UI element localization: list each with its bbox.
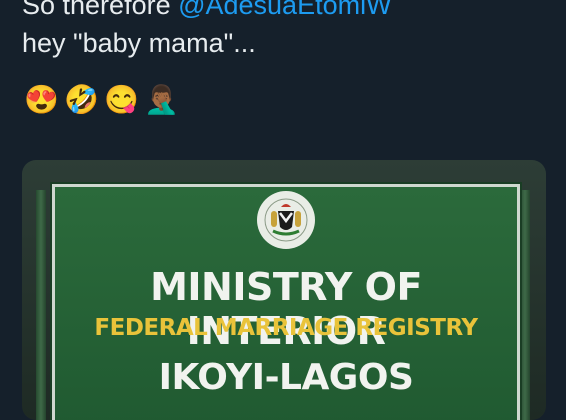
ministry-sign: MINISTRY OF INTERIOR FEDERAL MARRIAGE RE… [52, 184, 520, 420]
sign-subtitle: FEDERAL MARRIAGE REGISTRY [94, 315, 478, 341]
facepalm-emoji: 🤦🏾‍♂️ [144, 84, 179, 115]
emoji-row: 😍 🤣 😋 🤦🏾‍♂️ [24, 80, 179, 120]
rolling-laughing-emoji: 🤣 [64, 84, 99, 115]
tweet-media-image[interactable]: MINISTRY OF INTERIOR FEDERAL MARRIAGE RE… [22, 160, 546, 420]
heart-eyes-emoji: 😍 [24, 84, 59, 115]
mention-link[interactable]: @AdesuaEtomiW [178, 0, 391, 20]
tweet-line-1: So therefore @AdesuaEtomiW [22, 0, 552, 24]
sign-location: IKOYI-LAGOS [158, 357, 414, 398]
sign-post-left [36, 190, 46, 420]
tweet-line-2: hey "baby mama"... [22, 28, 256, 58]
yum-emoji: 😋 [104, 84, 139, 115]
tweet-text: So therefore @AdesuaEtomiW hey "baby mam… [22, 0, 552, 62]
coat-of-arms-icon [257, 191, 315, 249]
tweet-text-prefix: So therefore [22, 0, 179, 20]
sign-post-right [520, 190, 530, 420]
